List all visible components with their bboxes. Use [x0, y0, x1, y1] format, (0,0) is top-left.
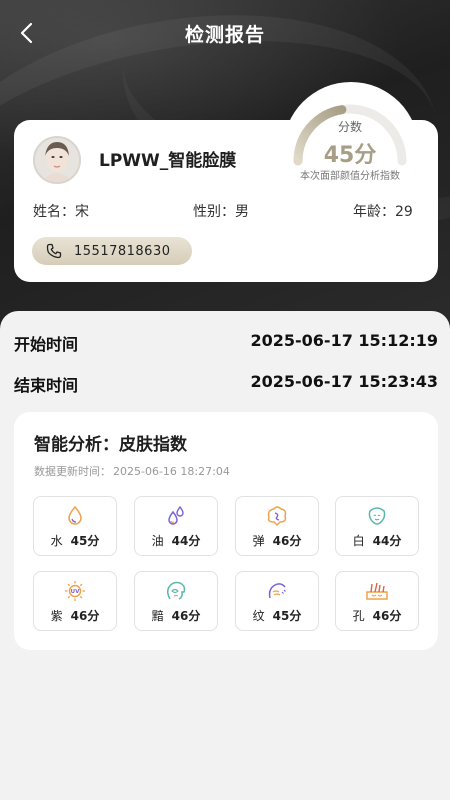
metric-tile-water[interactable]: 水 45分: [33, 496, 117, 556]
svg-text:UV: UV: [71, 589, 80, 595]
update-time: 数据更新时间： 2025-06-16 18:27:04: [34, 463, 230, 479]
metric-tile-wrinkle[interactable]: 纹 45分: [235, 571, 319, 631]
metric-tile-uv[interactable]: UV 紫 46分: [33, 571, 117, 631]
gender-field: 性别：男: [193, 201, 249, 221]
pore-icon: [366, 582, 388, 600]
start-time-value: 2025-06-17 15:12:19: [250, 331, 438, 350]
page-title: 检测报告: [184, 24, 265, 46]
metric-label: 水 45分: [50, 534, 100, 548]
gender-label: 性别：: [193, 204, 235, 220]
gauge-caption: 本次面部颜值分析指数: [300, 171, 400, 182]
metric-tile-dullness[interactable]: 黯 46分: [134, 571, 218, 631]
water-drop-icon: [68, 505, 82, 525]
age-label: 年龄：: [353, 204, 395, 220]
navigation-bar: 检测报告: [0, 12, 450, 56]
update-time-label: 数据更新时间：: [34, 465, 111, 478]
avatar: [33, 136, 81, 184]
product-name: LPWW_智能脸膜: [99, 151, 237, 171]
wrinkle-icon: [268, 583, 286, 599]
metric-label: 纹 45分: [252, 609, 302, 623]
phone-button[interactable]: 15517818630: [32, 237, 192, 265]
metric-label: 白 44分: [352, 534, 402, 548]
start-time-label: 开始时间: [14, 335, 79, 354]
start-time-row: 开始时间 2025-06-17 15:12:19: [14, 331, 438, 355]
update-time-value: 2025-06-16 18:27:04: [113, 465, 230, 478]
end-time-row: 结束时间 2025-06-17 15:23:43: [14, 372, 438, 396]
metric-label: 弹 46分: [252, 534, 302, 548]
analysis-title: 智能分析：皮肤指数: [34, 435, 187, 455]
metric-label: 油 44分: [151, 534, 201, 548]
dullness-face-icon: [166, 581, 186, 600]
gender-value: 男: [235, 204, 249, 220]
name-label: 姓名：: [33, 204, 75, 220]
age-value: 29: [395, 204, 413, 220]
oil-drops-icon: [168, 505, 184, 525]
metric-label: 紫 46分: [50, 609, 100, 623]
gauge-label: 分数: [337, 120, 362, 134]
metric-tile-pore[interactable]: 孔 46分: [335, 571, 419, 631]
age-field: 年龄：29: [353, 201, 413, 221]
metric-tile-oil[interactable]: 油 44分: [134, 496, 218, 556]
uv-sun-icon: UV: [65, 581, 85, 601]
elasticity-icon: [267, 506, 287, 527]
end-time-value: 2025-06-17 15:23:43: [250, 372, 438, 391]
name-value: 宋: [75, 204, 89, 220]
metric-tile-whitening[interactable]: 白 44分: [335, 496, 419, 556]
face-portrait-icon: [35, 138, 79, 182]
metric-label: 孔 46分: [352, 609, 402, 623]
phone-number: 15517818630: [74, 243, 171, 259]
gauge-score: 45分: [323, 143, 377, 168]
name-field: 姓名：宋: [33, 201, 89, 221]
end-time-label: 结束时间: [14, 376, 79, 395]
metric-label: 黯 46分: [151, 609, 201, 623]
phone-icon: [46, 242, 64, 260]
metric-tile-elasticity[interactable]: 弹 46分: [235, 496, 319, 556]
face-whitening-icon: [368, 507, 386, 525]
